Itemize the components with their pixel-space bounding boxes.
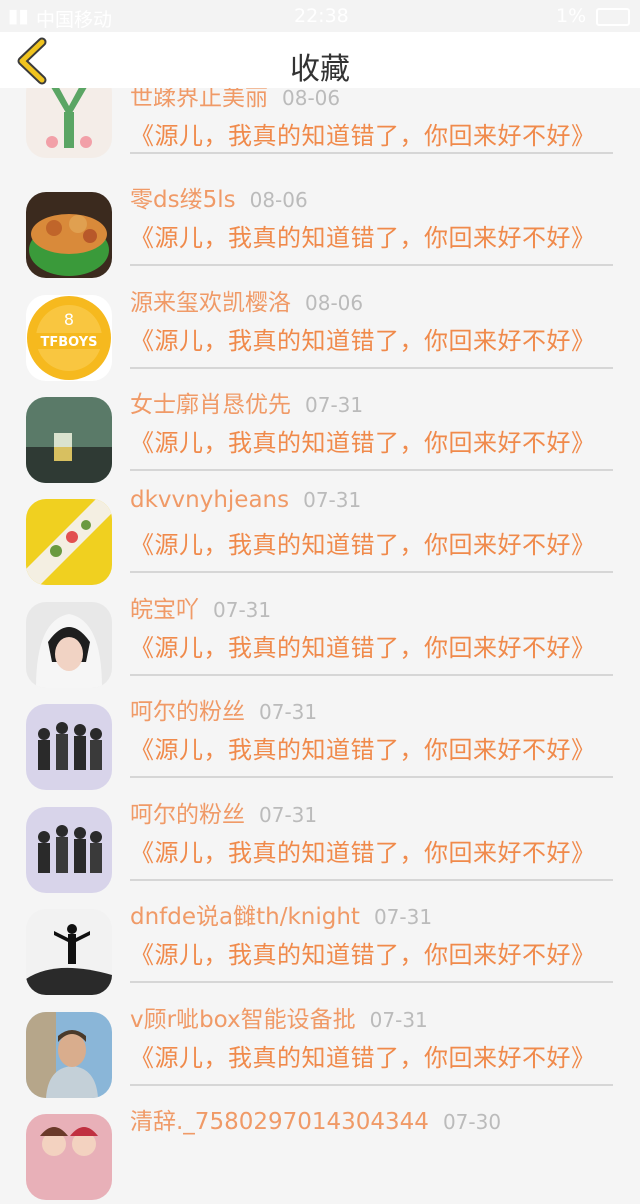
item-title: 《源儿，我真的知道错了，你回来好不好》	[130, 327, 596, 355]
item-name: 零ds缕5ls	[130, 187, 236, 213]
divider	[130, 469, 613, 471]
list-item[interactable]: dnfde说a雠th/knight 07-31 《源儿，我真的知道错了，你回来好不…	[0, 897, 640, 999]
avatar: 8 TFBOYS	[26, 295, 112, 381]
item-title: 《源儿，我真的知道错了，你回来好不好》	[130, 122, 596, 150]
item-date: 07-31	[259, 700, 318, 724]
list-item[interactable]: 呵尔的粉丝 07-31 《源儿，我真的知道错了，你回来好不好》	[0, 692, 640, 794]
list-item[interactable]: 女士廓肖恳优先 07-31 《源儿，我真的知道错了，你回来好不好》	[0, 385, 640, 487]
list-item[interactable]: dkvvnyhjeans 07-31 《源儿，我真的知道错了，你回来好不好》	[0, 487, 640, 589]
status-bar: ▮▮ 中国移动 22:38 1%	[0, 0, 640, 32]
item-name: 世蹂界止美丽	[130, 85, 268, 111]
avatar-image	[26, 704, 112, 790]
nav-bar: 收藏	[0, 32, 640, 88]
item-date: 07-30	[442, 1110, 502, 1134]
item-title: 《源儿，我真的知道错了，你回来好不好》	[130, 429, 596, 457]
avatar-image	[26, 1114, 112, 1200]
avatar-image	[26, 499, 112, 585]
avatar-image	[26, 909, 112, 995]
avatar	[26, 1114, 112, 1200]
item-title: 《源儿，我真的知道错了，你回来好不好》	[130, 531, 596, 559]
avatar	[26, 1012, 112, 1098]
list-item[interactable]: 世蹂界止美丽 08-06 《源儿，我真的知道错了，你回来好不好》	[0, 72, 640, 182]
item-name: 呵尔的粉丝	[130, 802, 245, 828]
svg-text:8: 8	[64, 310, 74, 329]
avatar-image: 8 TFBOYS	[26, 295, 112, 381]
item-date: 07-31	[305, 393, 364, 417]
avatar	[26, 602, 112, 688]
item-date: 07-31	[373, 905, 433, 929]
divider	[130, 367, 613, 369]
item-title: 《源儿，我真的知道错了，你回来好不好》	[130, 839, 596, 867]
item-name: 清辞._7580297014304344	[130, 1109, 429, 1135]
avatar	[26, 192, 112, 278]
item-name: dkvvnyhjeans	[130, 487, 290, 513]
avatar-image	[26, 397, 112, 483]
item-date: 07-31	[213, 598, 272, 622]
avatar-image	[26, 602, 112, 688]
item-date: 08-06	[305, 291, 364, 315]
avatar	[26, 499, 112, 585]
avatar	[26, 909, 112, 995]
list-item[interactable]: 零ds缕5ls 08-06 《源儿，我真的知道错了，你回来好不好》	[0, 180, 640, 282]
item-date: 07-31	[369, 1008, 428, 1032]
avatar	[26, 807, 112, 893]
list-item[interactable]: 呵尔的粉丝 07-31 《源儿，我真的知道错了，你回来好不好》	[0, 795, 640, 897]
battery-icon	[596, 8, 630, 26]
item-date: 08-06	[282, 86, 341, 110]
divider	[130, 981, 613, 983]
divider	[130, 776, 613, 778]
list-item[interactable]: v顾r呲box智能设备批 07-31 《源儿，我真的知道错了，你回来好不好》	[0, 1000, 640, 1102]
item-name: v顾r呲box智能设备批	[130, 1007, 356, 1033]
avatar	[26, 704, 112, 790]
divider	[130, 879, 613, 881]
divider	[130, 571, 613, 573]
avatar-image	[26, 1012, 112, 1098]
signal-icon: ▮▮	[8, 5, 29, 27]
avatar-image	[26, 807, 112, 893]
list-item[interactable]: 皖宝吖 07-31 《源儿，我真的知道错了，你回来好不好》	[0, 590, 640, 692]
page-title: 收藏	[290, 52, 350, 87]
list-item[interactable]: 8 TFBOYS 源来玺欢凯樱洛 08-06 《源儿，我真的知道错了，你回来好不好…	[0, 283, 640, 385]
item-title: 《源儿，我真的知道错了，你回来好不好》	[130, 941, 596, 969]
battery-percent: 1%	[556, 5, 587, 27]
divider	[130, 264, 613, 266]
item-name: 皖宝吖	[130, 597, 199, 623]
svg-text:TFBOYS: TFBOYS	[40, 335, 97, 350]
item-name: 女士廓肖恳优先	[130, 392, 291, 418]
item-title: 《源儿，我真的知道错了，你回来好不好》	[130, 1044, 596, 1072]
item-date: 07-31	[303, 488, 362, 512]
item-name: dnfde说a雠th/knight	[130, 904, 360, 930]
divider	[130, 1084, 613, 1086]
item-title: 《源儿，我真的知道错了，你回来好不好》	[130, 736, 596, 764]
item-date: 08-06	[249, 188, 308, 212]
item-title: 《源儿，我真的知道错了，你回来好不好》	[130, 224, 596, 252]
item-date: 07-31	[259, 803, 318, 827]
divider	[130, 674, 613, 676]
status-time: 22:38	[294, 5, 349, 27]
divider	[130, 152, 613, 154]
carrier-label: 中国移动	[36, 9, 113, 31]
avatar	[26, 397, 112, 483]
list-item[interactable]: 清辞._7580297014304344 07-30	[0, 1102, 640, 1204]
item-name: 源来玺欢凯樱洛	[130, 290, 291, 316]
item-name: 呵尔的粉丝	[130, 699, 245, 725]
avatar-image	[26, 192, 112, 278]
item-title: 《源儿，我真的知道错了，你回来好不好》	[130, 634, 596, 662]
